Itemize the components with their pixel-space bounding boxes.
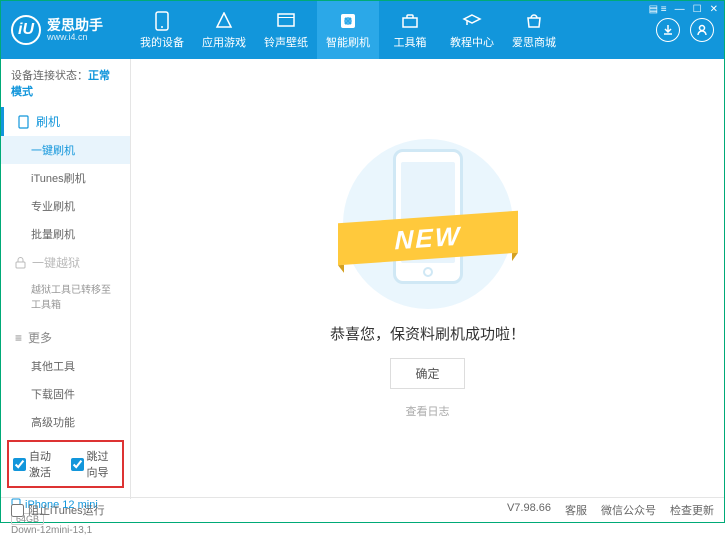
header-right	[656, 18, 724, 42]
options-box: 自动激活 跳过向导	[7, 440, 124, 488]
download-button[interactable]	[656, 18, 680, 42]
nav-store[interactable]: 爱思商城	[503, 1, 565, 59]
store-icon	[524, 11, 544, 31]
sidebar-oneclick[interactable]: 一键刷机	[1, 136, 130, 164]
lock-icon	[15, 257, 26, 269]
more-icon: ≡	[15, 331, 22, 345]
app-name: 爱思助手	[47, 18, 103, 32]
sidebar-more[interactable]: ≡更多	[1, 319, 130, 352]
support-link[interactable]: 客服	[565, 502, 587, 518]
nav-tools[interactable]: 工具箱	[379, 1, 441, 59]
sidebar: 设备连接状态：正常模式 刷机 一键刷机 iTunes刷机 专业刷机 批量刷机 一…	[1, 59, 131, 499]
toolbox-icon	[400, 11, 420, 31]
header: iU 爱思助手 www.i4.cn 我的设备 应用游戏 铃声壁纸 智能刷机 工具…	[1, 1, 724, 59]
wechat-link[interactable]: 微信公众号	[601, 502, 656, 518]
block-itunes-checkbox[interactable]: 阻止iTunes运行	[11, 502, 105, 518]
sidebar-batch[interactable]: 批量刷机	[1, 220, 130, 248]
phone-icon	[152, 11, 172, 31]
nav-apps[interactable]: 应用游戏	[193, 1, 255, 59]
connection-status: 设备连接状态：正常模式	[1, 59, 130, 107]
sidebar-jailbreak: 一键越狱	[1, 248, 130, 277]
sidebar-firmware[interactable]: 下载固件	[1, 380, 130, 408]
sidebar-pro[interactable]: 专业刷机	[1, 192, 130, 220]
phone-small-icon	[18, 115, 30, 129]
app-url: www.i4.cn	[47, 32, 103, 42]
confirm-button[interactable]: 确定	[390, 358, 464, 389]
apps-icon	[214, 11, 234, 31]
close-icon[interactable]: ✕	[710, 4, 718, 15]
flash-icon	[338, 11, 358, 31]
sidebar-other[interactable]: 其他工具	[1, 352, 130, 380]
sidebar-flash[interactable]: 刷机	[1, 107, 130, 136]
menu-icon[interactable]: ▤ ≡	[649, 4, 667, 15]
device-model: Down-12mini-13,1	[11, 525, 120, 536]
user-button[interactable]	[690, 18, 714, 42]
jailbreak-note: 越狱工具已转移至工具箱	[1, 277, 130, 319]
maximize-icon[interactable]: ☐	[693, 4, 702, 15]
nav-my-device[interactable]: 我的设备	[131, 1, 193, 59]
footer: 阻止iTunes运行 V7.98.66 客服 微信公众号 检查更新	[1, 497, 724, 522]
tutorial-icon	[462, 11, 482, 31]
version-label: V7.98.66	[507, 502, 551, 518]
nav: 我的设备 应用游戏 铃声壁纸 智能刷机 工具箱 教程中心 爱思商城	[131, 1, 656, 59]
nav-ringtone[interactable]: 铃声壁纸	[255, 1, 317, 59]
view-log-link[interactable]: 查看日志	[406, 403, 450, 419]
nav-tutorial[interactable]: 教程中心	[441, 1, 503, 59]
window-controls: ▤ ≡ — ☐ ✕	[649, 4, 718, 15]
nav-flash[interactable]: 智能刷机	[317, 1, 379, 59]
main-content: NEW 恭喜您，保资料刷机成功啦！ 确定 查看日志	[131, 59, 724, 499]
sidebar-itunes[interactable]: iTunes刷机	[1, 164, 130, 192]
skip-guide-checkbox[interactable]: 跳过向导	[71, 448, 119, 480]
wallpaper-icon	[276, 11, 296, 31]
update-link[interactable]: 检查更新	[670, 502, 714, 518]
logo-icon: iU	[11, 15, 41, 45]
success-illustration: NEW	[343, 139, 513, 309]
sidebar-advanced[interactable]: 高级功能	[1, 408, 130, 436]
minimize-icon[interactable]: —	[675, 4, 685, 15]
success-message: 恭喜您，保资料刷机成功啦！	[330, 323, 525, 344]
logo: iU 爱思助手 www.i4.cn	[1, 15, 131, 45]
auto-activate-checkbox[interactable]: 自动激活	[13, 448, 61, 480]
